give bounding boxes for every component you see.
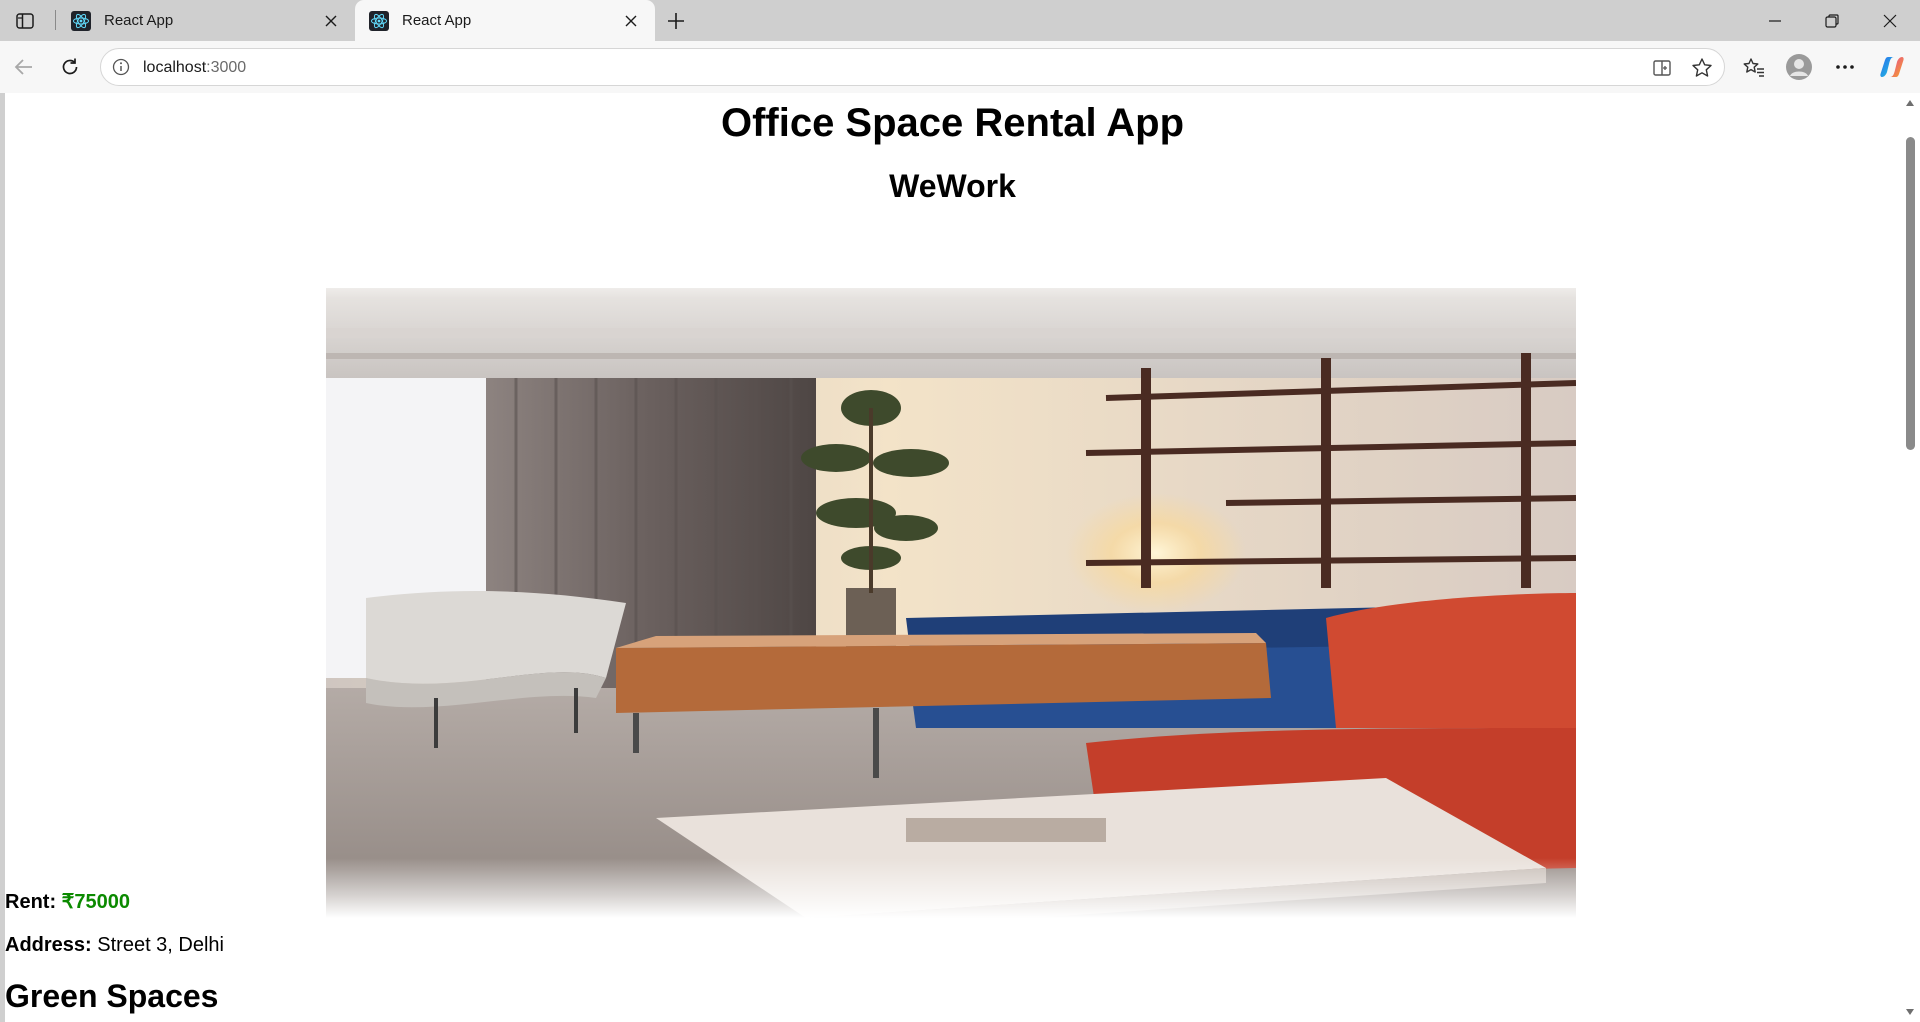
address-line: Address: Street 3, Delhi — [5, 933, 1900, 957]
back-arrow-icon[interactable] — [8, 51, 40, 83]
info-icon[interactable] — [111, 57, 131, 77]
address-bar[interactable]: localhost:3000 — [100, 48, 1725, 86]
minimize-icon[interactable] — [1747, 0, 1803, 41]
restore-icon[interactable] — [1804, 0, 1860, 41]
favorites-icon[interactable] — [1738, 51, 1770, 83]
office-image — [326, 258, 1576, 918]
react-logo-icon — [71, 10, 91, 31]
more-icon[interactable] — [1829, 51, 1861, 83]
scroll-thumb[interactable] — [1906, 137, 1915, 450]
close-icon[interactable] — [321, 11, 341, 31]
close-icon[interactable] — [621, 11, 641, 31]
url-port: :3000 — [206, 59, 247, 76]
address-label: Address: — [5, 934, 92, 956]
rent-value: ₹75000 — [61, 891, 131, 913]
browser-toolbar: localhost:3000 — [0, 41, 1920, 93]
plus-icon[interactable] — [662, 7, 690, 35]
tab-title: React App — [402, 12, 472, 29]
url-text[interactable]: localhost:3000 — [143, 59, 246, 77]
tab-actions-icon[interactable] — [10, 8, 40, 34]
refresh-icon[interactable] — [54, 51, 86, 83]
rent-line: Rent: ₹75000 — [5, 890, 1900, 914]
tab-react-app-2[interactable]: React App — [355, 0, 655, 41]
office-name: WeWork — [889, 168, 1016, 204]
split-screen-icon[interactable] — [1650, 56, 1674, 80]
page-viewport: Office Space Rental App WeWork Rent: ₹75… — [5, 93, 1920, 1022]
tab-react-app-1[interactable]: React App — [57, 0, 355, 41]
scroll-up-icon[interactable] — [1905, 98, 1915, 108]
tab-strip: React App React App — [0, 0, 1920, 41]
office-rental-page: Office Space Rental App WeWork — [5, 100, 1900, 205]
copilot-icon[interactable] — [1876, 51, 1908, 83]
tab-title: React App — [104, 12, 174, 29]
window-close-icon[interactable] — [1862, 0, 1918, 41]
page-scrollbar[interactable] — [1900, 93, 1920, 1022]
scroll-down-icon[interactable] — [1905, 1007, 1915, 1017]
rent-label: Rent: — [5, 891, 57, 913]
react-logo-icon — [369, 10, 389, 31]
star-icon[interactable] — [1690, 56, 1714, 80]
page-title: Office Space Rental App — [720, 101, 1185, 145]
tab-divider — [55, 10, 56, 30]
url-host: localhost — [143, 59, 207, 76]
office-name-green-spaces: Green Spaces — [5, 978, 219, 1014]
address-value: Street 3, Delhi — [97, 934, 224, 956]
profile-icon[interactable] — [1783, 51, 1815, 83]
